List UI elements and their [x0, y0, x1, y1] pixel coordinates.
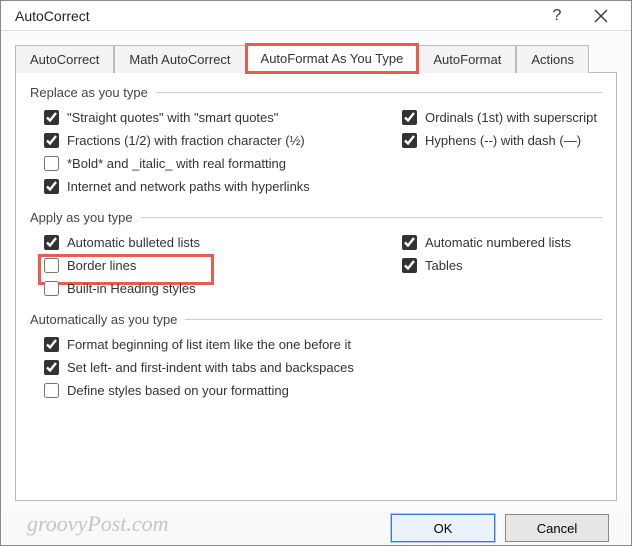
chk-smart-quotes[interactable]: "Straight quotes" with "smart quotes" — [44, 110, 402, 125]
checkbox-smart-quotes[interactable] — [44, 110, 59, 125]
tab-autocorrect[interactable]: AutoCorrect — [15, 45, 114, 73]
apply-right-col: Automatic numbered lists Tables — [402, 235, 602, 304]
chk-tabs-backspace[interactable]: Set left- and first-indent with tabs and… — [44, 360, 602, 375]
checkbox-fractions[interactable] — [44, 133, 59, 148]
tab-strip: AutoCorrect Math AutoCorrect AutoFormat … — [15, 43, 617, 73]
autocorrect-dialog: AutoCorrect ? AutoCorrect Math AutoCorre… — [0, 0, 632, 546]
auto-col: Format beginning of list item like the o… — [44, 337, 602, 406]
section-auto-label: Automatically as you type — [30, 312, 602, 327]
chk-hyphens[interactable]: Hyphens (--) with dash (—) — [402, 133, 602, 148]
watermark: groovyPost.com — [27, 511, 169, 537]
checkbox-ordinals[interactable] — [402, 110, 417, 125]
chk-define-styles[interactable]: Define styles based on your formatting — [44, 383, 602, 398]
replace-right-col: Ordinals (1st) with superscript Hyphens … — [402, 110, 602, 202]
chk-border-lines[interactable]: Border lines — [44, 258, 402, 273]
tab-actions[interactable]: Actions — [516, 45, 589, 73]
chk-hyperlinks[interactable]: Internet and network paths with hyperlin… — [44, 179, 402, 194]
chk-format-list[interactable]: Format beginning of list item like the o… — [44, 337, 602, 352]
checkbox-tables[interactable] — [402, 258, 417, 273]
dialog-content: AutoCorrect Math AutoCorrect AutoFormat … — [1, 31, 631, 511]
checkbox-numbered-lists[interactable] — [402, 235, 417, 250]
chk-bulleted-lists[interactable]: Automatic bulleted lists — [44, 235, 402, 250]
checkbox-bulleted-lists[interactable] — [44, 235, 59, 250]
section-replace-label: Replace as you type — [30, 85, 602, 100]
checkbox-tabs-backspace[interactable] — [44, 360, 59, 375]
section-apply-label: Apply as you type — [30, 210, 602, 225]
checkbox-hyperlinks[interactable] — [44, 179, 59, 194]
section-apply-options: Automatic bulleted lists Border lines Bu… — [30, 235, 602, 304]
chk-fractions[interactable]: Fractions (1/2) with fraction character … — [44, 133, 402, 148]
checkbox-format-list[interactable] — [44, 337, 59, 352]
section-auto-options: Format beginning of list item like the o… — [30, 337, 602, 406]
section-replace-options: "Straight quotes" with "smart quotes" Fr… — [30, 110, 602, 202]
tab-math-autocorrect[interactable]: Math AutoCorrect — [114, 45, 245, 73]
titlebar: AutoCorrect ? — [1, 1, 631, 31]
apply-left-col: Automatic bulleted lists Border lines Bu… — [44, 235, 402, 304]
tab-autoformat[interactable]: AutoFormat — [418, 45, 516, 73]
ok-button[interactable]: OK — [391, 514, 495, 542]
dialog-footer: groovyPost.com OK Cancel — [1, 511, 631, 545]
tab-autoformat-as-you-type[interactable]: AutoFormat As You Type — [246, 44, 419, 73]
chk-numbered-lists[interactable]: Automatic numbered lists — [402, 235, 602, 250]
chk-tables[interactable]: Tables — [402, 258, 602, 273]
chk-ordinals[interactable]: Ordinals (1st) with superscript — [402, 110, 602, 125]
checkbox-border-lines[interactable] — [44, 258, 59, 273]
chk-bold-italic[interactable]: *Bold* and _italic_ with real formatting — [44, 156, 402, 171]
replace-left-col: "Straight quotes" with "smart quotes" Fr… — [44, 110, 402, 202]
close-button[interactable] — [579, 1, 623, 30]
checkbox-define-styles[interactable] — [44, 383, 59, 398]
checkbox-hyphens[interactable] — [402, 133, 417, 148]
checkbox-heading-styles[interactable] — [44, 281, 59, 296]
help-button[interactable]: ? — [535, 1, 579, 30]
chk-heading-styles[interactable]: Built-in Heading styles — [44, 281, 402, 296]
cancel-button[interactable]: Cancel — [505, 514, 609, 542]
dialog-title: AutoCorrect — [15, 8, 535, 24]
tab-panel: Replace as you type "Straight quotes" wi… — [15, 73, 617, 501]
checkbox-bold-italic[interactable] — [44, 156, 59, 171]
close-icon — [594, 9, 608, 23]
